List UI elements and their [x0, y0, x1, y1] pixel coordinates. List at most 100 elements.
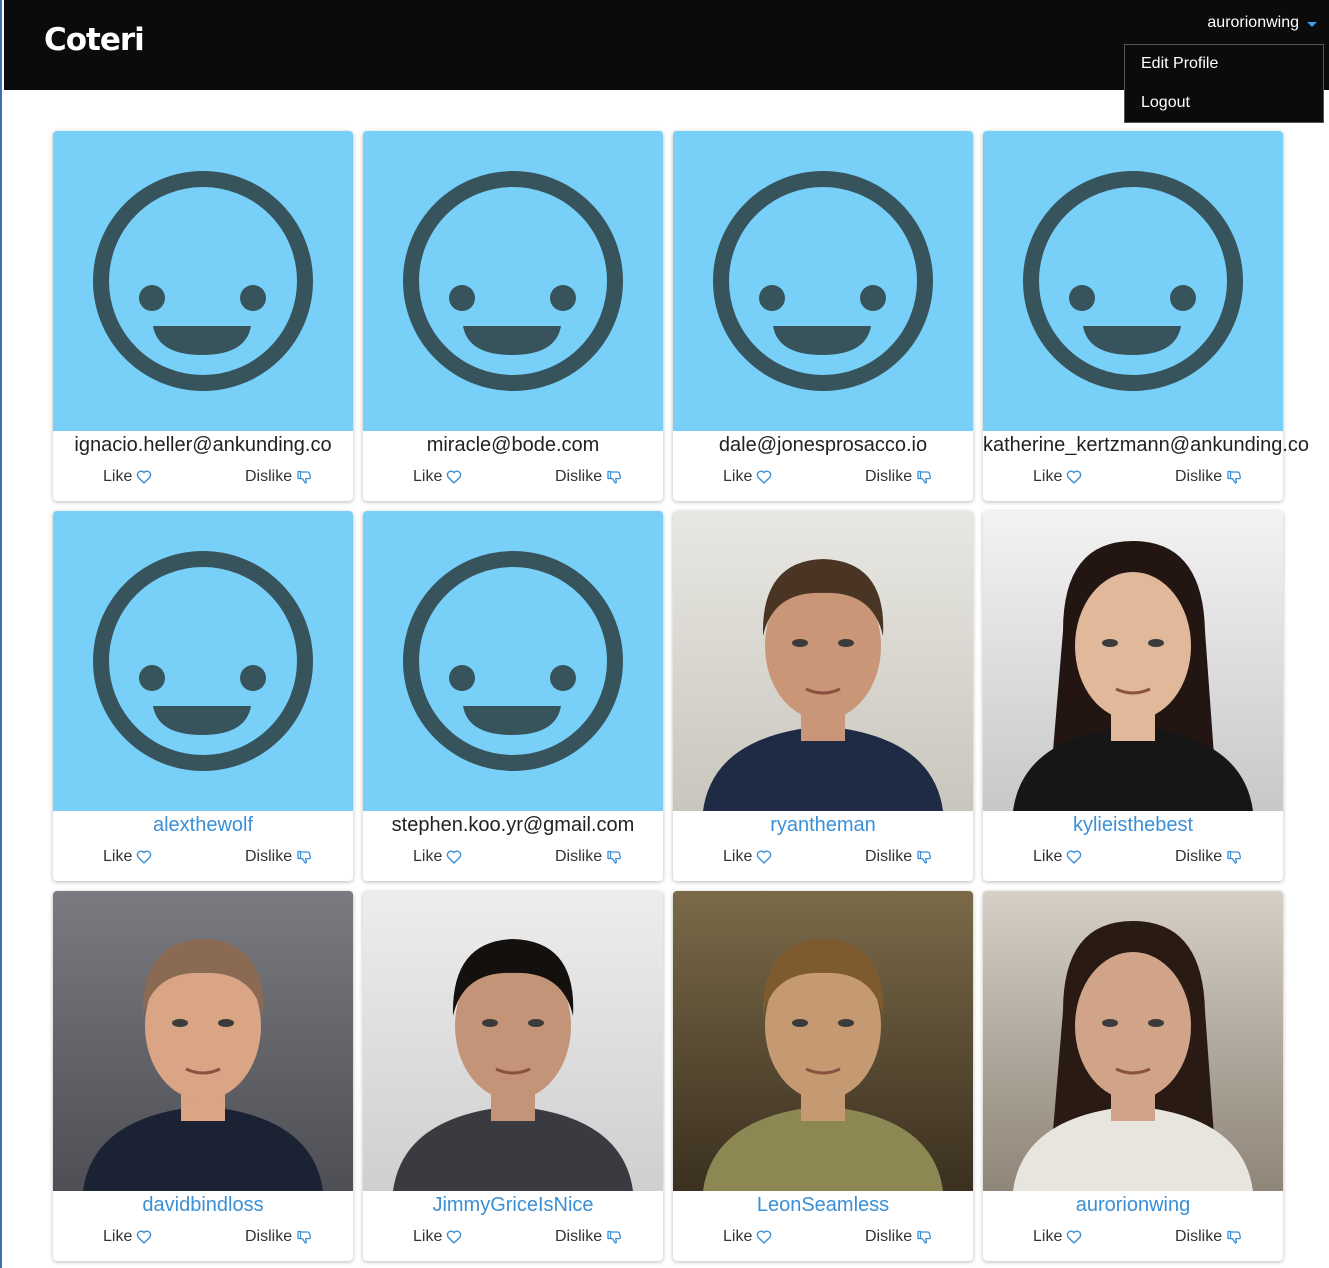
like-button[interactable]: Like: [413, 1228, 462, 1246]
like-button[interactable]: Like: [723, 848, 772, 866]
profile-picture[interactable]: [53, 511, 353, 811]
like-label: Like: [1033, 1228, 1063, 1245]
profile-card: dale@jonesprosacco.io Like Dislike: [673, 131, 973, 501]
thumbs-down-icon: [607, 1230, 622, 1244]
profile-name: miracle@bode.com: [426, 434, 600, 456]
heart-outline-icon: [1067, 850, 1082, 864]
thumbs-down-icon: [607, 470, 622, 484]
profile-name[interactable]: LeonSeamless: [673, 1192, 973, 1218]
profile-card: stephen.koo.yr@gmail.com Like Dislike: [363, 511, 663, 881]
smiley-avatar-icon: [403, 551, 623, 771]
dislike-button[interactable]: Dislike: [1175, 848, 1242, 866]
username-label: aurorionwing: [1207, 14, 1299, 31]
profile-picture[interactable]: [673, 131, 973, 431]
like-button[interactable]: Like: [103, 848, 152, 866]
profile-photo-image: [363, 891, 663, 1191]
profile-picture[interactable]: [363, 511, 663, 811]
profile-picture[interactable]: [53, 131, 353, 431]
dislike-button[interactable]: Dislike: [245, 1228, 312, 1246]
profile-name[interactable]: JimmyGriceIsNice: [363, 1192, 663, 1218]
profile-name[interactable]: ryantheman: [673, 812, 973, 838]
thumbs-down-icon: [297, 1230, 312, 1244]
like-label: Like: [723, 848, 753, 865]
user-menu-toggle[interactable]: aurorionwing: [1207, 14, 1317, 32]
heart-outline-icon: [447, 470, 462, 484]
thumbs-down-icon: [1227, 850, 1242, 864]
dislike-label: Dislike: [865, 848, 913, 865]
like-button[interactable]: Like: [413, 468, 462, 486]
dislike-button[interactable]: Dislike: [1175, 468, 1242, 486]
dislike-label: Dislike: [865, 1228, 913, 1245]
like-button[interactable]: Like: [413, 848, 462, 866]
heart-outline-icon: [137, 1230, 152, 1244]
thumbs-down-icon: [1227, 1230, 1242, 1244]
profile-picture[interactable]: [983, 511, 1283, 811]
profile-card: miracle@bode.com Like Dislike: [363, 131, 663, 501]
profile-name: dale@jonesprosacco.io: [718, 434, 928, 456]
dislike-label: Dislike: [245, 468, 293, 485]
profile-name[interactable]: aurorionwing: [983, 1192, 1283, 1218]
thumbs-down-icon: [1227, 470, 1242, 484]
profile-photo-image: [983, 891, 1283, 1191]
profile-card: ryantheman Like Dislike: [673, 511, 973, 881]
like-label: Like: [1033, 848, 1063, 865]
like-label: Like: [1033, 468, 1063, 485]
like-button[interactable]: Like: [1033, 1228, 1082, 1246]
profile-picture[interactable]: [673, 891, 973, 1191]
profile-name[interactable]: davidbindloss: [53, 1192, 353, 1218]
profile-photo-image: [673, 511, 973, 811]
dislike-label: Dislike: [555, 1228, 603, 1245]
like-button[interactable]: Like: [103, 1228, 152, 1246]
profile-card: alexthewolf Like Dislike: [53, 511, 353, 881]
smiley-avatar-icon: [93, 171, 313, 391]
profile-picture[interactable]: [983, 891, 1283, 1191]
profile-card: JimmyGriceIsNice Like Dislike: [363, 891, 663, 1261]
profile-card: ignacio.heller@ankunding.co Like Dislike: [53, 131, 353, 501]
dislike-button[interactable]: Dislike: [245, 848, 312, 866]
thumbs-down-icon: [297, 470, 312, 484]
profile-picture[interactable]: [363, 891, 663, 1191]
dislike-button[interactable]: Dislike: [865, 848, 932, 866]
dislike-label: Dislike: [1175, 1228, 1223, 1245]
like-button[interactable]: Like: [1033, 468, 1082, 486]
profile-card: katherine_kertzmann@ankunding.co Like Disl…: [983, 131, 1310, 501]
caret-down-icon: [1307, 21, 1317, 27]
profile-name[interactable]: alexthewolf: [53, 812, 353, 838]
like-label: Like: [103, 1228, 133, 1245]
menu-item-logout[interactable]: Logout: [1141, 94, 1190, 112]
profile-picture[interactable]: [983, 131, 1283, 431]
dislike-label: Dislike: [1175, 468, 1223, 485]
dislike-label: Dislike: [555, 468, 603, 485]
dislike-label: Dislike: [555, 848, 603, 865]
heart-outline-icon: [757, 1230, 772, 1244]
heart-outline-icon: [757, 850, 772, 864]
profile-picture[interactable]: [363, 131, 663, 431]
like-label: Like: [723, 1228, 753, 1245]
heart-outline-icon: [757, 470, 772, 484]
like-button[interactable]: Like: [103, 468, 152, 486]
coteri-logo[interactable]: Coteri: [44, 22, 145, 58]
profile-name[interactable]: kylieisthebest: [983, 812, 1283, 838]
dislike-button[interactable]: Dislike: [555, 848, 622, 866]
dislike-button[interactable]: Dislike: [1175, 1228, 1242, 1246]
profile-picture[interactable]: [53, 891, 353, 1191]
dislike-button[interactable]: Dislike: [245, 468, 312, 486]
dislike-button[interactable]: Dislike: [865, 468, 932, 486]
profile-picture[interactable]: [673, 511, 973, 811]
like-button[interactable]: Like: [723, 1228, 772, 1246]
profile-name: katherine_kertzmann@ankunding.co: [983, 434, 1310, 456]
dislike-button[interactable]: Dislike: [555, 1228, 622, 1246]
smiley-avatar-icon: [713, 171, 933, 391]
like-button[interactable]: Like: [1033, 848, 1082, 866]
dislike-button[interactable]: Dislike: [555, 468, 622, 486]
heart-outline-icon: [137, 470, 152, 484]
heart-outline-icon: [1067, 1230, 1082, 1244]
profile-card: aurorionwing Like Dislike: [983, 891, 1283, 1261]
thumbs-down-icon: [297, 850, 312, 864]
menu-item-edit-profile[interactable]: Edit Profile: [1141, 55, 1218, 73]
dislike-label: Dislike: [1175, 848, 1223, 865]
dislike-button[interactable]: Dislike: [865, 1228, 932, 1246]
like-button[interactable]: Like: [723, 468, 772, 486]
thumbs-down-icon: [917, 1230, 932, 1244]
heart-outline-icon: [447, 1230, 462, 1244]
